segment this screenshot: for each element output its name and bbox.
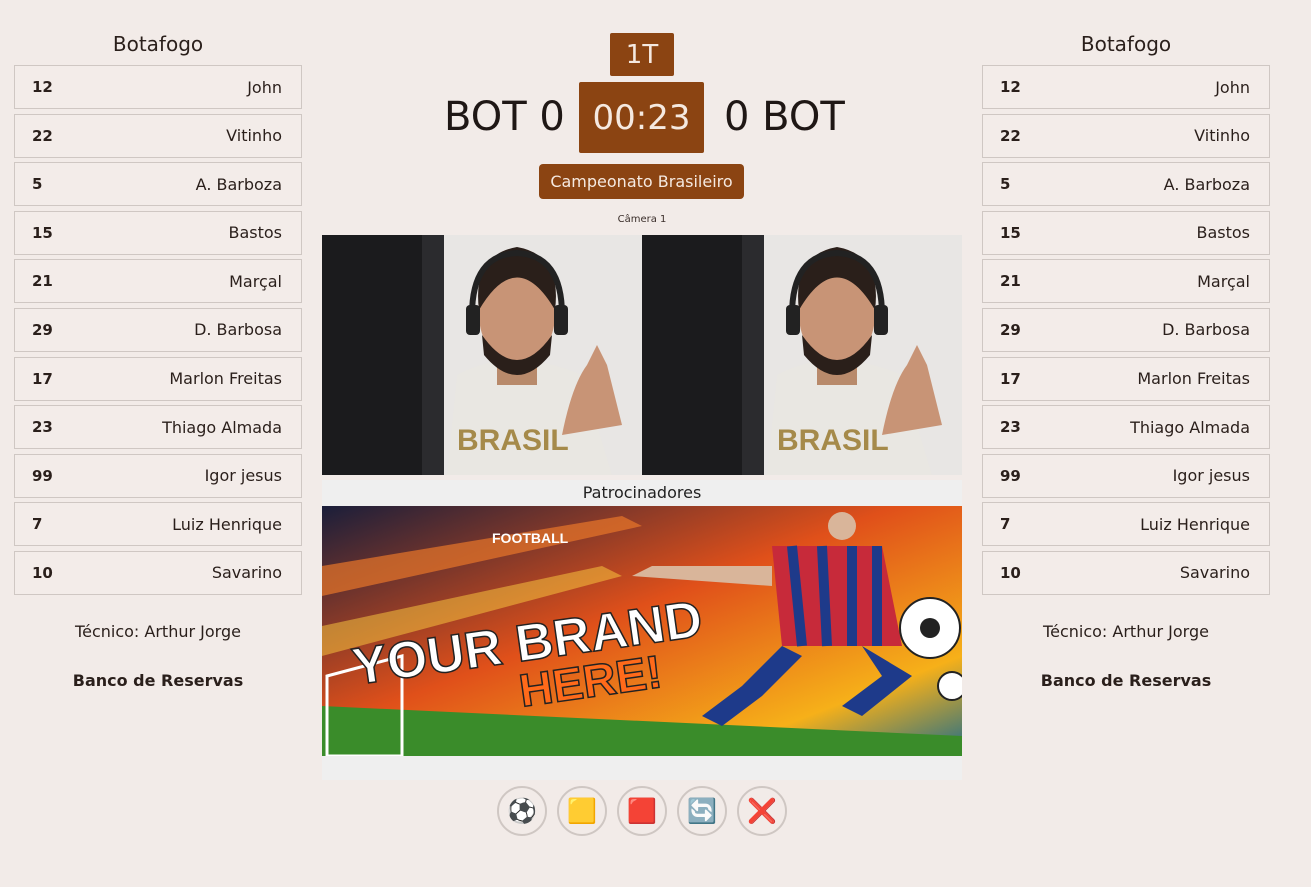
player-row[interactable]: 23 Thiago Almada xyxy=(982,405,1270,450)
player-number: 7 xyxy=(1000,515,1011,534)
sponsor-banner-small-text: FOOTBALL xyxy=(492,530,569,546)
player-name: John xyxy=(1215,77,1250,97)
player-row[interactable]: 10 Savarino xyxy=(982,550,1270,595)
red-card-button[interactable]: 🟥 xyxy=(617,786,667,836)
right-team-coach: Técnico: Arthur Jorge xyxy=(1043,621,1209,641)
player-row[interactable]: 7 Luiz Henrique xyxy=(14,502,302,547)
player-number: 10 xyxy=(1000,563,1021,582)
camera-feed-left-image: BRASIL xyxy=(322,235,642,475)
player-number: 23 xyxy=(32,418,53,437)
cancel-button[interactable]: ❌ xyxy=(737,786,787,836)
player-row[interactable]: 15 Bastos xyxy=(982,210,1270,255)
player-row[interactable]: 99 Igor jesus xyxy=(14,453,302,498)
player-row[interactable]: 7 Luiz Henrique xyxy=(982,502,1270,547)
player-number: 7 xyxy=(32,515,43,534)
player-row[interactable]: 12 John xyxy=(982,65,1270,109)
player-name: Marçal xyxy=(1197,271,1250,291)
player-number: 23 xyxy=(1000,418,1021,437)
player-name: Savarino xyxy=(211,563,282,583)
sponsor-panel: Patrocinadores FOOTBALL YOUR BRAND HERE! xyxy=(322,480,962,780)
player-number: 99 xyxy=(1000,466,1021,485)
player-number: 12 xyxy=(1000,78,1021,96)
player-name: Marlon Freitas xyxy=(1137,369,1250,389)
right-team-panel: Botafogo 12 John 22 Vitinho 5 A. Barboza 15 Bas… xyxy=(982,30,1270,690)
player-row[interactable]: 21 Marçal xyxy=(14,259,302,304)
player-row[interactable]: 22 Vitinho xyxy=(982,113,1270,158)
player-row[interactable]: 29 D. Barbosa xyxy=(982,307,1270,352)
player-name: Marlon Freitas xyxy=(169,369,282,389)
right-team-name: Botafogo xyxy=(1080,32,1172,56)
player-number: 29 xyxy=(1000,320,1021,339)
player-name: D. Barbosa xyxy=(1162,320,1250,340)
player-name: Marçal xyxy=(229,271,282,291)
player-name: Luiz Henrique xyxy=(172,514,282,534)
svg-text:BRASIL: BRASIL xyxy=(457,424,569,457)
yellow-card-button[interactable]: 🟨 xyxy=(557,786,607,836)
left-team-bench-label[interactable]: Banco de Reservas xyxy=(14,671,302,690)
player-number: 17 xyxy=(1000,369,1021,388)
player-number: 15 xyxy=(32,223,53,242)
player-name: D. Barbosa xyxy=(194,320,282,340)
player-number: 21 xyxy=(1000,272,1021,291)
player-number: 17 xyxy=(32,369,53,388)
player-number: 22 xyxy=(32,126,53,145)
substitution-button[interactable]: 🔄 xyxy=(677,786,727,836)
player-number: 5 xyxy=(1000,175,1011,194)
sponsor-banner-image[interactable]: FOOTBALL YOUR BRAND HERE! xyxy=(322,506,962,756)
player-row[interactable]: 10 Savarino xyxy=(14,550,302,595)
player-name: Igor jesus xyxy=(204,466,282,486)
away-score: 0 BOT xyxy=(724,94,845,140)
home-score: BOT 0 xyxy=(444,94,565,140)
svg-text:BRASIL: BRASIL xyxy=(777,424,889,457)
right-team-bench-label[interactable]: Banco de Reservas xyxy=(982,671,1270,690)
player-number: 5 xyxy=(32,175,43,194)
player-name: John xyxy=(247,77,282,97)
camera-label: Câmera 1 xyxy=(617,214,667,225)
player-name: Vitinho xyxy=(1194,126,1250,146)
player-row[interactable]: 5 A. Barboza xyxy=(982,162,1270,207)
player-row[interactable]: 29 D. Barbosa xyxy=(14,307,302,352)
player-row[interactable]: 99 Igor jesus xyxy=(982,453,1270,498)
player-name: Bastos xyxy=(228,223,282,243)
player-number: 22 xyxy=(1000,126,1021,145)
player-number: 99 xyxy=(32,466,53,485)
event-controls: ⚽ 🟨 🟥 🔄 ❌ xyxy=(497,786,787,836)
camera-feed: BRASIL BRASIL xyxy=(322,235,962,475)
player-name: A. Barboza xyxy=(1163,174,1250,194)
sponsor-title: Patrocinadores xyxy=(582,483,702,502)
player-row[interactable]: 15 Bastos xyxy=(14,210,302,255)
player-name: Vitinho xyxy=(226,126,282,146)
player-number: 15 xyxy=(1000,223,1021,242)
goal-button[interactable]: ⚽ xyxy=(497,786,547,836)
match-clock: 00:23 xyxy=(579,82,704,153)
player-name: Bastos xyxy=(1196,223,1250,243)
camera-feed-right-image: BRASIL xyxy=(642,235,962,475)
left-team-coach: Técnico: Arthur Jorge xyxy=(75,621,241,641)
left-team-roster: 12 John 22 Vitinho 5 A. Barboza 15 Bastos 21 Març… xyxy=(14,65,302,595)
player-row[interactable]: 5 A. Barboza xyxy=(14,162,302,207)
player-row[interactable]: 17 Marlon Freitas xyxy=(982,356,1270,401)
player-number: 10 xyxy=(32,563,53,582)
left-team-name: Botafogo xyxy=(112,32,204,56)
player-name: Luiz Henrique xyxy=(1140,514,1250,534)
player-name: Thiago Almada xyxy=(1130,417,1250,437)
right-team-roster: 12 John 22 Vitinho 5 A. Barboza 15 Bastos 21 Març… xyxy=(982,65,1270,595)
player-name: Igor jesus xyxy=(1172,466,1250,486)
period-badge: 1T xyxy=(610,33,674,76)
player-number: 21 xyxy=(32,272,53,291)
player-row[interactable]: 17 Marlon Freitas xyxy=(14,356,302,401)
player-row[interactable]: 23 Thiago Almada xyxy=(14,405,302,450)
player-name: A. Barboza xyxy=(195,174,282,194)
player-name: Thiago Almada xyxy=(162,417,282,437)
player-row[interactable]: 21 Marçal xyxy=(982,259,1270,304)
player-row[interactable]: 22 Vitinho xyxy=(14,113,302,158)
player-number: 29 xyxy=(32,320,53,339)
player-name: Savarino xyxy=(1179,563,1250,583)
competition-badge: Campeonato Brasileiro xyxy=(539,164,744,199)
left-team-panel: Botafogo 12 John 22 Vitinho 5 A. Barboza 15 Bas… xyxy=(14,30,302,690)
player-row[interactable]: 12 John xyxy=(14,65,302,109)
player-number: 12 xyxy=(32,78,53,96)
